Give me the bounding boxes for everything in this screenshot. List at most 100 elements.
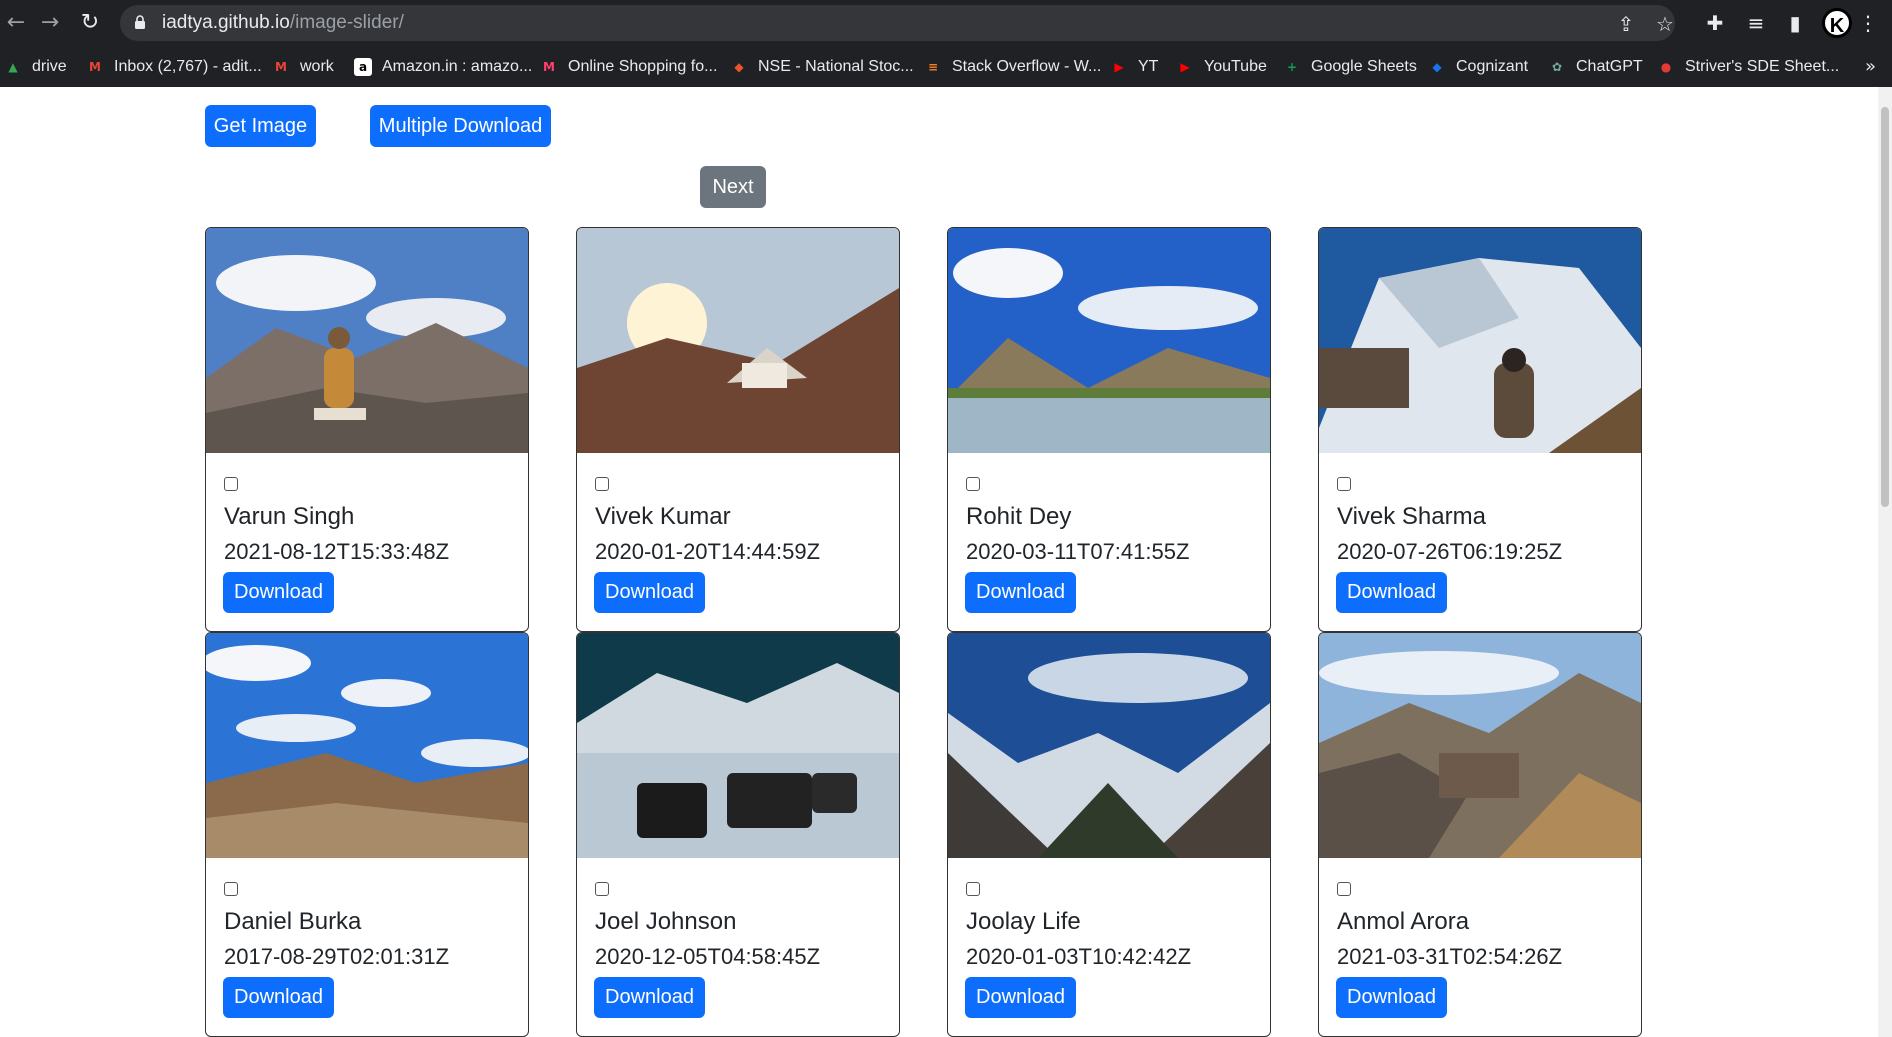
author-name: Varun Singh (224, 503, 355, 530)
bookmark-item[interactable]: Mwork (272, 54, 334, 80)
bookmark-label: Inbox (2,767) - adit... (114, 58, 262, 75)
created-date: 2021-08-12T15:33:48Z (224, 539, 450, 564)
url-text: iadtya.github.io/image-slider/ (162, 5, 404, 41)
bookmark-favicon-icon: ◆ (1432, 60, 1442, 74)
image-card: Daniel Burka 2017-08-29T02:01:31Z Download (205, 632, 529, 1037)
image-card: Anmol Arora 2021-03-31T02:54:26Z Download (1318, 632, 1642, 1037)
page-scrollbar[interactable] (1878, 87, 1892, 1037)
profile-avatar[interactable]: K (1822, 8, 1852, 38)
bookmark-label: Online Shopping fo... (568, 58, 718, 75)
bookmarks-bar: ▲ drive M Inbox (2,767) - adit... Mwork a Amaz… (0, 46, 1892, 87)
card-image (1319, 633, 1641, 858)
url-host: iadtya.github.io (162, 12, 290, 33)
bookmark-label: NSE - National Stoc... (758, 58, 914, 75)
browser-toolbar: ← → ↻ iadtya.github.io/image-slider/ ⇪ ☆… (0, 0, 1892, 46)
select-checkbox[interactable] (1337, 477, 1351, 491)
landscape-photo (577, 633, 899, 858)
forward-icon[interactable]: → (36, 9, 64, 37)
bookmark-favicon-icon: + (1286, 60, 1298, 74)
select-checkbox[interactable] (224, 477, 238, 491)
bookmark-label: Striver's SDE Sheet... (1685, 58, 1840, 75)
landscape-photo (948, 228, 1270, 453)
card-image (577, 633, 899, 858)
bookmark-favicon-icon: M (275, 60, 287, 74)
select-checkbox[interactable] (1337, 882, 1351, 896)
bookmark-label: work (300, 58, 334, 75)
created-date: 2020-01-03T10:42:42Z (966, 944, 1192, 969)
select-checkbox[interactable] (224, 882, 238, 896)
created-date: 2020-12-05T04:58:45Z (595, 944, 821, 969)
landscape-photo (1319, 633, 1641, 858)
author-name: Joolay Life (966, 908, 1081, 935)
author-name: Joel Johnson (595, 908, 737, 935)
select-checkbox[interactable] (595, 477, 609, 491)
bookmark-item[interactable]: ▲ drive (4, 54, 66, 80)
bookmark-favicon-icon: ◆ (734, 60, 744, 74)
next-button[interactable]: Next (700, 166, 766, 208)
landscape-photo (206, 633, 528, 858)
reload-icon[interactable]: ↻ (76, 9, 104, 37)
select-checkbox[interactable] (595, 882, 609, 896)
bookmark-label: ChatGPT (1576, 58, 1643, 75)
image-card: Joel Johnson 2020-12-05T04:58:45Z Download (576, 632, 900, 1037)
download-button[interactable]: Download (594, 977, 705, 1018)
bookmark-label: Stack Overflow - W... (952, 58, 1102, 75)
card-image (577, 228, 899, 453)
bookmark-item[interactable]: a Amazon.in : amazo... (354, 54, 532, 80)
download-button[interactable]: Download (223, 572, 334, 613)
bookmark-item[interactable]: ≡ Stack Overflow - W... (924, 54, 1101, 80)
browser-chrome: ← → ↻ iadtya.github.io/image-slider/ ⇪ ☆… (0, 0, 1892, 87)
bookmark-item[interactable]: M Online Shopping fo... (540, 54, 717, 80)
card-image (948, 228, 1270, 453)
bookmark-label: YouTube (1204, 58, 1267, 75)
bookmark-favicon-icon: ≡ (927, 60, 939, 74)
menu-icon[interactable]: ⋮ (1855, 10, 1881, 36)
created-date: 2020-03-11T07:41:55Z (966, 539, 1190, 564)
bookmark-label: Cognizant (1456, 58, 1529, 75)
bookmark-item[interactable]: ● Striver's SDE Sheet... (1657, 54, 1839, 80)
bookmark-item[interactable]: ◆ Cognizant (1428, 54, 1528, 80)
download-button[interactable]: Download (1336, 977, 1447, 1018)
address-bar[interactable]: iadtya.github.io/image-slider/ ⇪ ☆ (120, 5, 1675, 41)
author-name: Anmol Arora (1337, 908, 1470, 935)
bookmark-item[interactable]: ▶ YT (1110, 54, 1158, 80)
url-path: /image-slider/ (289, 12, 404, 33)
card-image (948, 633, 1270, 858)
multiple-download-button[interactable]: Multiple Download (370, 105, 551, 147)
bookmark-item[interactable]: + Google Sheets (1283, 54, 1417, 80)
created-date: 2017-08-29T02:01:31Z (224, 944, 450, 969)
bookmark-favicon-icon: ▶ (1180, 60, 1190, 74)
select-checkbox[interactable] (966, 882, 980, 896)
card-image (206, 228, 528, 453)
download-button[interactable]: Download (594, 572, 705, 613)
share-icon[interactable]: ⇪ (1615, 13, 1637, 35)
media-icon[interactable]: ≡ (1743, 10, 1769, 36)
bookmarks-overflow-icon[interactable]: » (1865, 56, 1876, 77)
bookmark-item[interactable]: ▶ YouTube (1176, 54, 1267, 80)
author-name: Vivek Sharma (1337, 503, 1486, 530)
bookmark-label: Amazon.in : amazo... (382, 58, 533, 75)
author-name: Vivek Kumar (595, 503, 731, 530)
download-button[interactable]: Download (223, 977, 334, 1018)
back-icon[interactable]: ← (2, 9, 30, 37)
bookmark-favicon-icon: ● (1660, 60, 1672, 74)
landscape-photo (206, 228, 528, 453)
download-button[interactable]: Download (1336, 572, 1447, 613)
created-date: 2020-01-20T14:44:59Z (595, 539, 821, 564)
landscape-photo (948, 633, 1270, 858)
side-panel-icon[interactable]: ▮ (1782, 10, 1808, 36)
extensions-icon[interactable]: ✚ (1702, 10, 1728, 36)
get-image-button[interactable]: Get Image (205, 105, 316, 147)
image-card: Varun Singh 2021-08-12T15:33:48Z Download (205, 227, 529, 632)
created-date: 2021-03-31T02:54:26Z (1337, 944, 1563, 969)
download-button[interactable]: Download (965, 977, 1076, 1018)
lock-icon (135, 15, 145, 29)
scrollbar-thumb[interactable] (1881, 107, 1889, 507)
star-icon[interactable]: ☆ (1654, 13, 1676, 35)
bookmark-item[interactable]: M Inbox (2,767) - adit... (86, 54, 262, 80)
select-checkbox[interactable] (966, 477, 980, 491)
bookmark-item[interactable]: ◆ NSE - National Stoc... (730, 54, 914, 80)
bookmark-item[interactable]: ✿ ChatGPT (1548, 54, 1643, 80)
bookmark-label: Google Sheets (1311, 58, 1417, 75)
download-button[interactable]: Download (965, 572, 1076, 613)
